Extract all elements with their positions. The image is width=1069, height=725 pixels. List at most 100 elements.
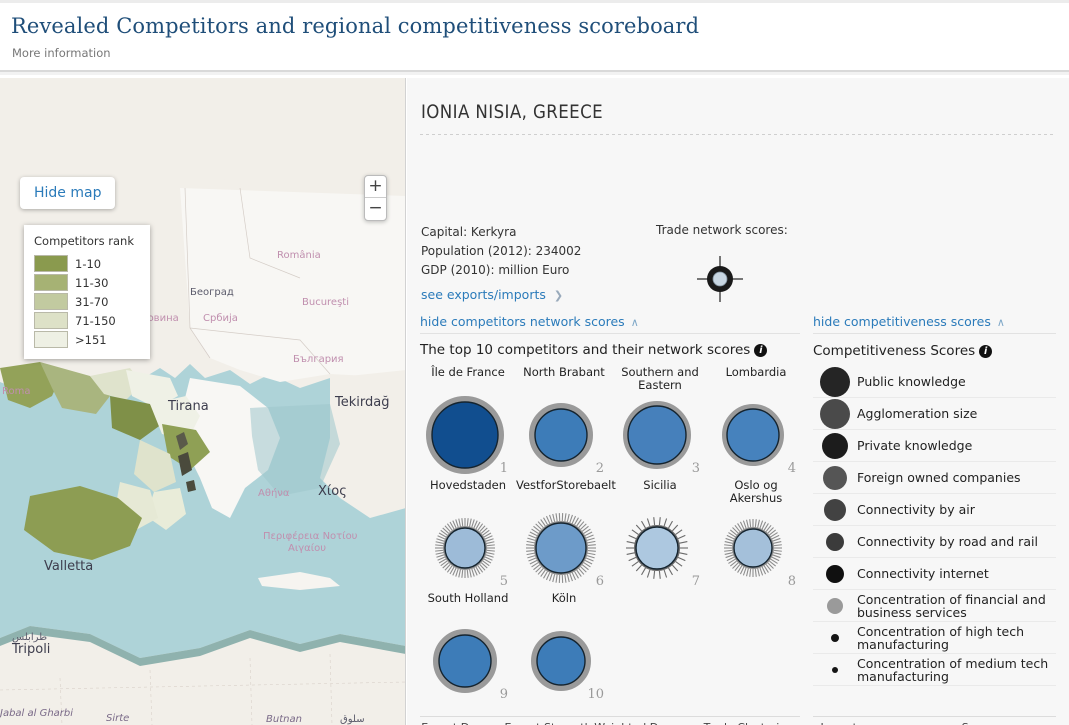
trade-network-scores-glyph xyxy=(697,256,743,302)
competitiveness-row[interactable]: Concentration of medium tech manufacturi… xyxy=(813,654,1056,686)
legend-group-title: Score xyxy=(891,721,1063,725)
exports-imports-link[interactable]: see exports/imports ❯ xyxy=(421,287,563,302)
legend-group-title: Trade Clustering xyxy=(690,721,807,725)
competitiveness-label: Connectivity internet xyxy=(857,566,989,581)
competitor-name: VestforStorebaelt xyxy=(516,478,616,492)
score-circle xyxy=(623,401,691,469)
competitor-cell[interactable]: Köln 10 xyxy=(516,590,612,703)
map-label: Београд xyxy=(190,287,234,298)
more-information-link[interactable]: More information xyxy=(12,46,111,60)
map-legend-item-5[interactable]: >151 xyxy=(34,330,140,349)
competitiveness-row[interactable]: Concentration of high tech manufacturing xyxy=(813,622,1056,654)
exports-imports-label: see exports/imports xyxy=(421,287,546,302)
map-legend-item-2[interactable]: 11-30 xyxy=(34,273,140,292)
score-dot xyxy=(831,633,839,642)
competitors-heading-label: The top 10 competitors and their network… xyxy=(420,342,751,358)
zoom-in-button[interactable]: + xyxy=(365,176,386,198)
competitor-cell[interactable]: Hovedstaden 5 xyxy=(420,477,516,590)
map-legend: Competitors rank 1-10 11-30 31-70 71-150 >15… xyxy=(24,225,150,359)
legend-group: Export StrengthHighLow xyxy=(502,721,594,725)
map-label: Αθήνα xyxy=(258,487,290,499)
chevron-right-icon: ❯ xyxy=(553,289,564,302)
competitor-cell[interactable]: Île de France 1 xyxy=(420,364,516,477)
competitor-rank: 5 xyxy=(499,574,508,589)
map-label: България xyxy=(293,354,344,365)
competitiveness-label: Agglomeration size xyxy=(857,406,978,421)
legend-group: Trade ClusteringHighLowNot defined xyxy=(690,721,807,725)
score-dot xyxy=(822,432,848,459)
competitor-cell[interactable]: South Holland 9 xyxy=(420,590,516,703)
legend-swatch xyxy=(34,293,68,310)
competitiveness-list: Public knowledge Agglomeration size Privat… xyxy=(813,366,1056,686)
competitor-rank: 7 xyxy=(691,574,700,589)
score-dot xyxy=(826,532,844,551)
competitiveness-row[interactable]: Foreign owned companies xyxy=(813,462,1056,494)
map-legend-rows: 1-10 11-30 31-70 71-150 >151 xyxy=(34,254,140,349)
competitor-name: Île de France xyxy=(431,365,505,379)
map-legend-item-4[interactable]: 71-150 xyxy=(34,311,140,330)
competitiveness-row[interactable]: Public knowledge xyxy=(813,366,1056,398)
competitors-heading: The top 10 competitors and their network… xyxy=(420,342,768,358)
legend-swatch xyxy=(34,312,68,329)
map-zoom-controls[interactable]: + − xyxy=(364,175,387,221)
map-legend-item-3[interactable]: 31-70 xyxy=(34,292,140,311)
competitiveness-dot xyxy=(813,597,857,614)
score-circle xyxy=(626,517,688,579)
map-canvas[interactable]: БеоградСрбијаХерцеговинаRomâniaBucureşti… xyxy=(0,78,406,725)
legend-swatch xyxy=(34,255,68,272)
legend-group-title: Weighted Degree xyxy=(594,721,690,725)
competitor-cell[interactable]: Sicilia 7 xyxy=(612,477,708,590)
competitiveness-row[interactable]: Connectivity by air xyxy=(813,494,1056,526)
map-label: Tripoli xyxy=(11,642,50,657)
score-dot xyxy=(820,366,850,397)
map-panel[interactable]: БеоградСрбијаХерцеговинаRomâniaBucureşti… xyxy=(0,78,406,725)
toggle-competitors-scores[interactable]: hide competitors network scores ∧ xyxy=(420,314,639,329)
score-dot xyxy=(827,597,843,614)
competitor-row: Île de France 1 North Brabant 2 Southern and… xyxy=(420,364,807,477)
score-circle xyxy=(526,513,596,583)
competitiveness-dot xyxy=(813,465,857,490)
competitor-cell[interactable]: North Brabant 2 xyxy=(516,364,612,477)
legend-group-title: Importance xyxy=(813,721,891,725)
map-label: Tirana xyxy=(167,399,209,414)
competitor-name: Sicilia xyxy=(643,478,677,492)
toggle-competitiveness-scores[interactable]: hide competitiveness scores ∧ xyxy=(813,314,1005,329)
competitiveness-divider xyxy=(813,333,1056,334)
competitor-rank: 4 xyxy=(787,461,796,476)
region-title: IONIA NISIA, GREECE xyxy=(421,102,604,123)
competitor-cell[interactable]: Oslo og Akershus 8 xyxy=(708,477,804,590)
map-label: Sirte xyxy=(106,713,129,724)
zoom-out-button[interactable]: − xyxy=(365,198,386,220)
score-dot xyxy=(823,465,847,490)
competitiveness-row[interactable]: Private knowledge xyxy=(813,430,1056,462)
scoreboard-app: Revealed Competitors and regional compet… xyxy=(0,0,1069,725)
competitiveness-row[interactable]: Connectivity by road and rail xyxy=(813,526,1056,558)
competitiveness-row[interactable]: Agglomeration size xyxy=(813,398,1056,430)
map-label: Butnan xyxy=(266,714,302,725)
hide-map-button[interactable]: Hide map xyxy=(20,177,116,209)
info-icon[interactable]: i xyxy=(754,344,768,357)
competitor-cell[interactable]: Southern and Eastern 3 xyxy=(612,364,708,477)
competitor-name: Oslo og Akershus xyxy=(729,478,783,505)
header-top-bar xyxy=(0,0,1069,3)
competitor-name: Southern and Eastern xyxy=(621,365,699,392)
legend-group-title: Export Degree xyxy=(420,721,502,725)
map-legend-item-1[interactable]: 1-10 xyxy=(34,254,140,273)
map-label: سلوق xyxy=(340,714,365,725)
competitiveness-label: Connectivity by road and rail xyxy=(857,534,1038,549)
legend-group: ScoreHighAverageLow xyxy=(891,721,1063,725)
competitiveness-row[interactable]: Concentration of financial and business … xyxy=(813,590,1056,622)
info-icon[interactable]: i xyxy=(979,345,993,358)
competitor-cell[interactable]: VestforStorebaelt 6 xyxy=(516,477,616,590)
score-circle xyxy=(529,403,593,467)
bottom-left-legend-divider xyxy=(420,716,800,717)
score-circle xyxy=(426,396,504,474)
competitor-name: Hovedstaden xyxy=(429,478,507,492)
competitiveness-row[interactable]: Connectivity internet xyxy=(813,558,1056,590)
competitor-name: North Brabant xyxy=(523,365,605,379)
score-dot xyxy=(820,398,850,429)
map-label: Roma xyxy=(2,386,31,397)
competitor-cell[interactable]: Lombardia 4 xyxy=(708,364,804,477)
page-title: Revealed Competitors and regional compet… xyxy=(11,14,700,38)
competitiveness-heading-label: Competitiveness Scores xyxy=(813,343,976,359)
